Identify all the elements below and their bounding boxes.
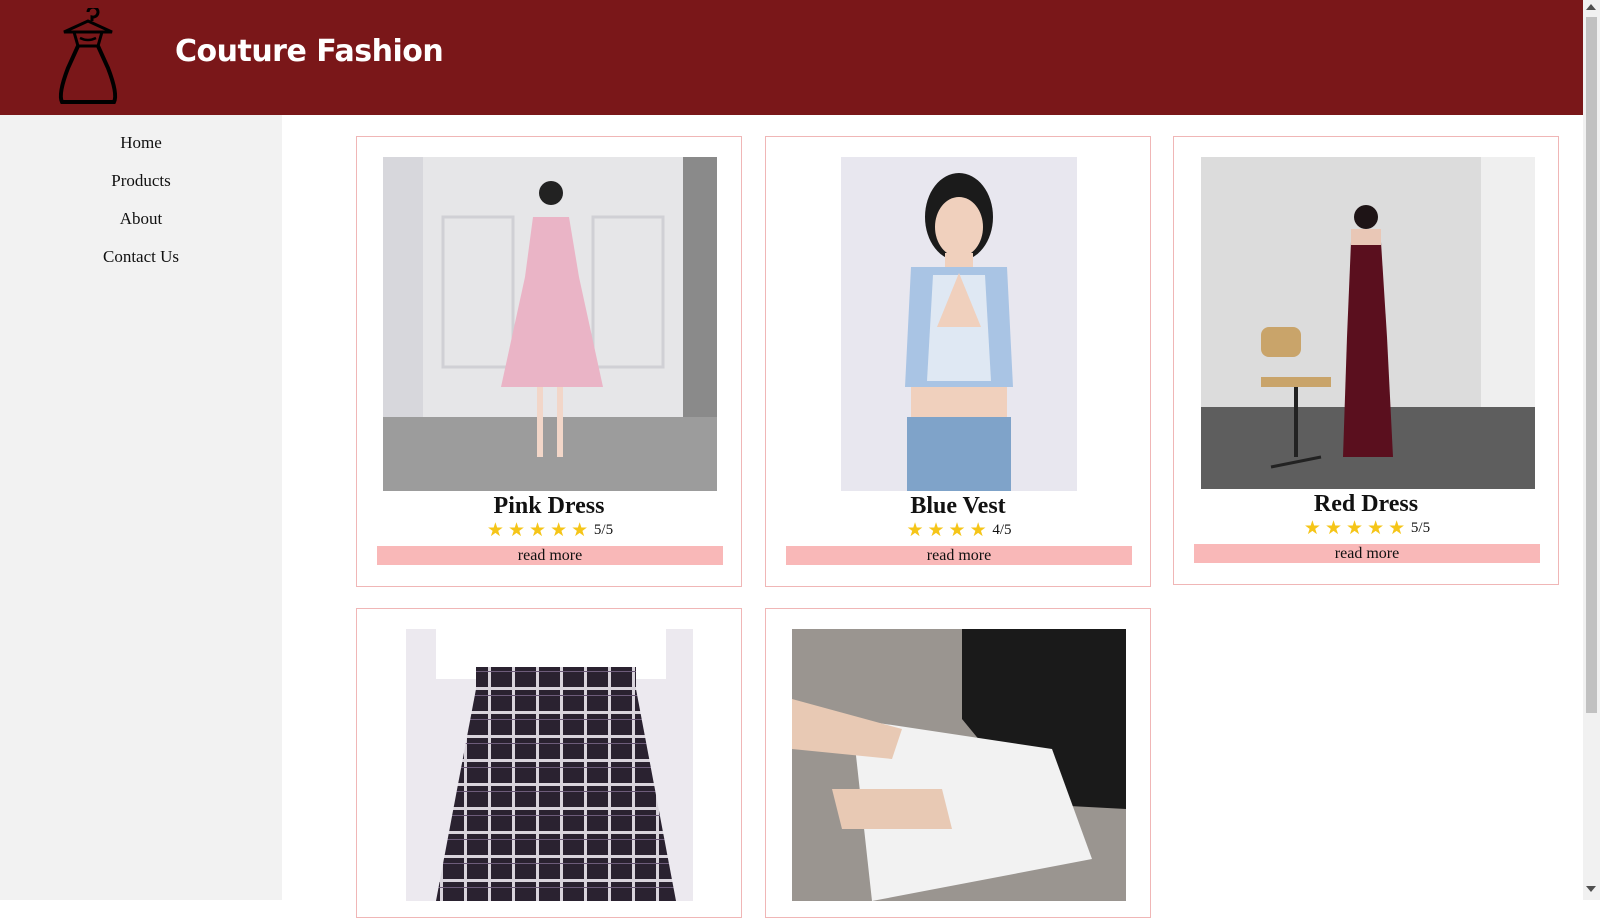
star-icon: ★ — [1303, 518, 1321, 539]
product-rating: ★ ★ ★ ★ 4/5 — [766, 519, 1150, 542]
product-image — [406, 629, 693, 901]
rating-text: 5/5 — [593, 522, 614, 538]
star-icon: ★ — [507, 520, 526, 541]
sidebar-item-home[interactable]: Home — [0, 124, 282, 162]
sidebar: Home Products About Contact Us — [0, 115, 282, 900]
scroll-thumb[interactable] — [1586, 17, 1597, 713]
product-name: Pink Dress — [493, 493, 605, 519]
product-rating: ★ ★ ★ ★ ★ 5/5 — [357, 519, 741, 542]
read-more-button[interactable]: read more — [377, 546, 723, 565]
star-icon: ★ — [948, 520, 966, 541]
star-icon: ★ — [1324, 518, 1343, 539]
star-icon: ★ — [486, 520, 504, 541]
read-more-button[interactable]: read more — [1194, 544, 1540, 563]
star-icon: ★ — [1346, 518, 1364, 539]
site-title: Couture Fashion — [175, 34, 444, 69]
product-card-blue-vest: Blue Vest ★ ★ ★ ★ 4/5 read more — [765, 136, 1151, 587]
vertical-scrollbar[interactable] — [1583, 0, 1600, 900]
star-icon: ★ — [529, 520, 547, 541]
rating-text: 4/5 — [992, 522, 1012, 538]
sidebar-item-contact-us[interactable]: Contact Us — [0, 238, 282, 276]
product-card-plaid-skirt — [356, 608, 742, 918]
star-icon: ★ — [927, 520, 945, 541]
product-image — [792, 629, 1126, 901]
product-rating: ★ ★ ★ ★ ★ 5/5 — [1174, 517, 1558, 540]
rating-text: 5/5 — [1410, 520, 1431, 536]
product-card-pink-dress: Pink Dress ★ ★ ★ ★ ★ 5/5 read more — [356, 136, 742, 587]
site-header: Couture Fashion — [0, 0, 1583, 115]
product-card-red-dress: Red Dress ★ ★ ★ ★ ★ 5/5 read more — [1173, 136, 1559, 585]
star-icon: ★ — [1367, 518, 1385, 539]
star-icon: ★ — [969, 520, 987, 541]
product-name: Red Dress — [1313, 491, 1419, 517]
product-image — [383, 157, 717, 491]
sidebar-item-products[interactable]: Products — [0, 162, 282, 200]
dress-hanger-icon[interactable] — [52, 8, 124, 108]
star-icon: ★ — [906, 520, 924, 541]
scroll-up-icon[interactable] — [1586, 4, 1596, 10]
product-card-white-skirt — [765, 608, 1151, 918]
star-icon: ★ — [571, 520, 589, 541]
scroll-down-icon[interactable] — [1586, 886, 1596, 892]
product-name: Blue Vest — [910, 493, 1006, 519]
star-icon: ★ — [550, 520, 568, 541]
product-image — [841, 157, 1077, 491]
read-more-button[interactable]: read more — [786, 546, 1132, 565]
product-image — [1201, 157, 1535, 489]
star-icon: ★ — [1388, 518, 1406, 539]
sidebar-item-about[interactable]: About — [0, 200, 282, 238]
